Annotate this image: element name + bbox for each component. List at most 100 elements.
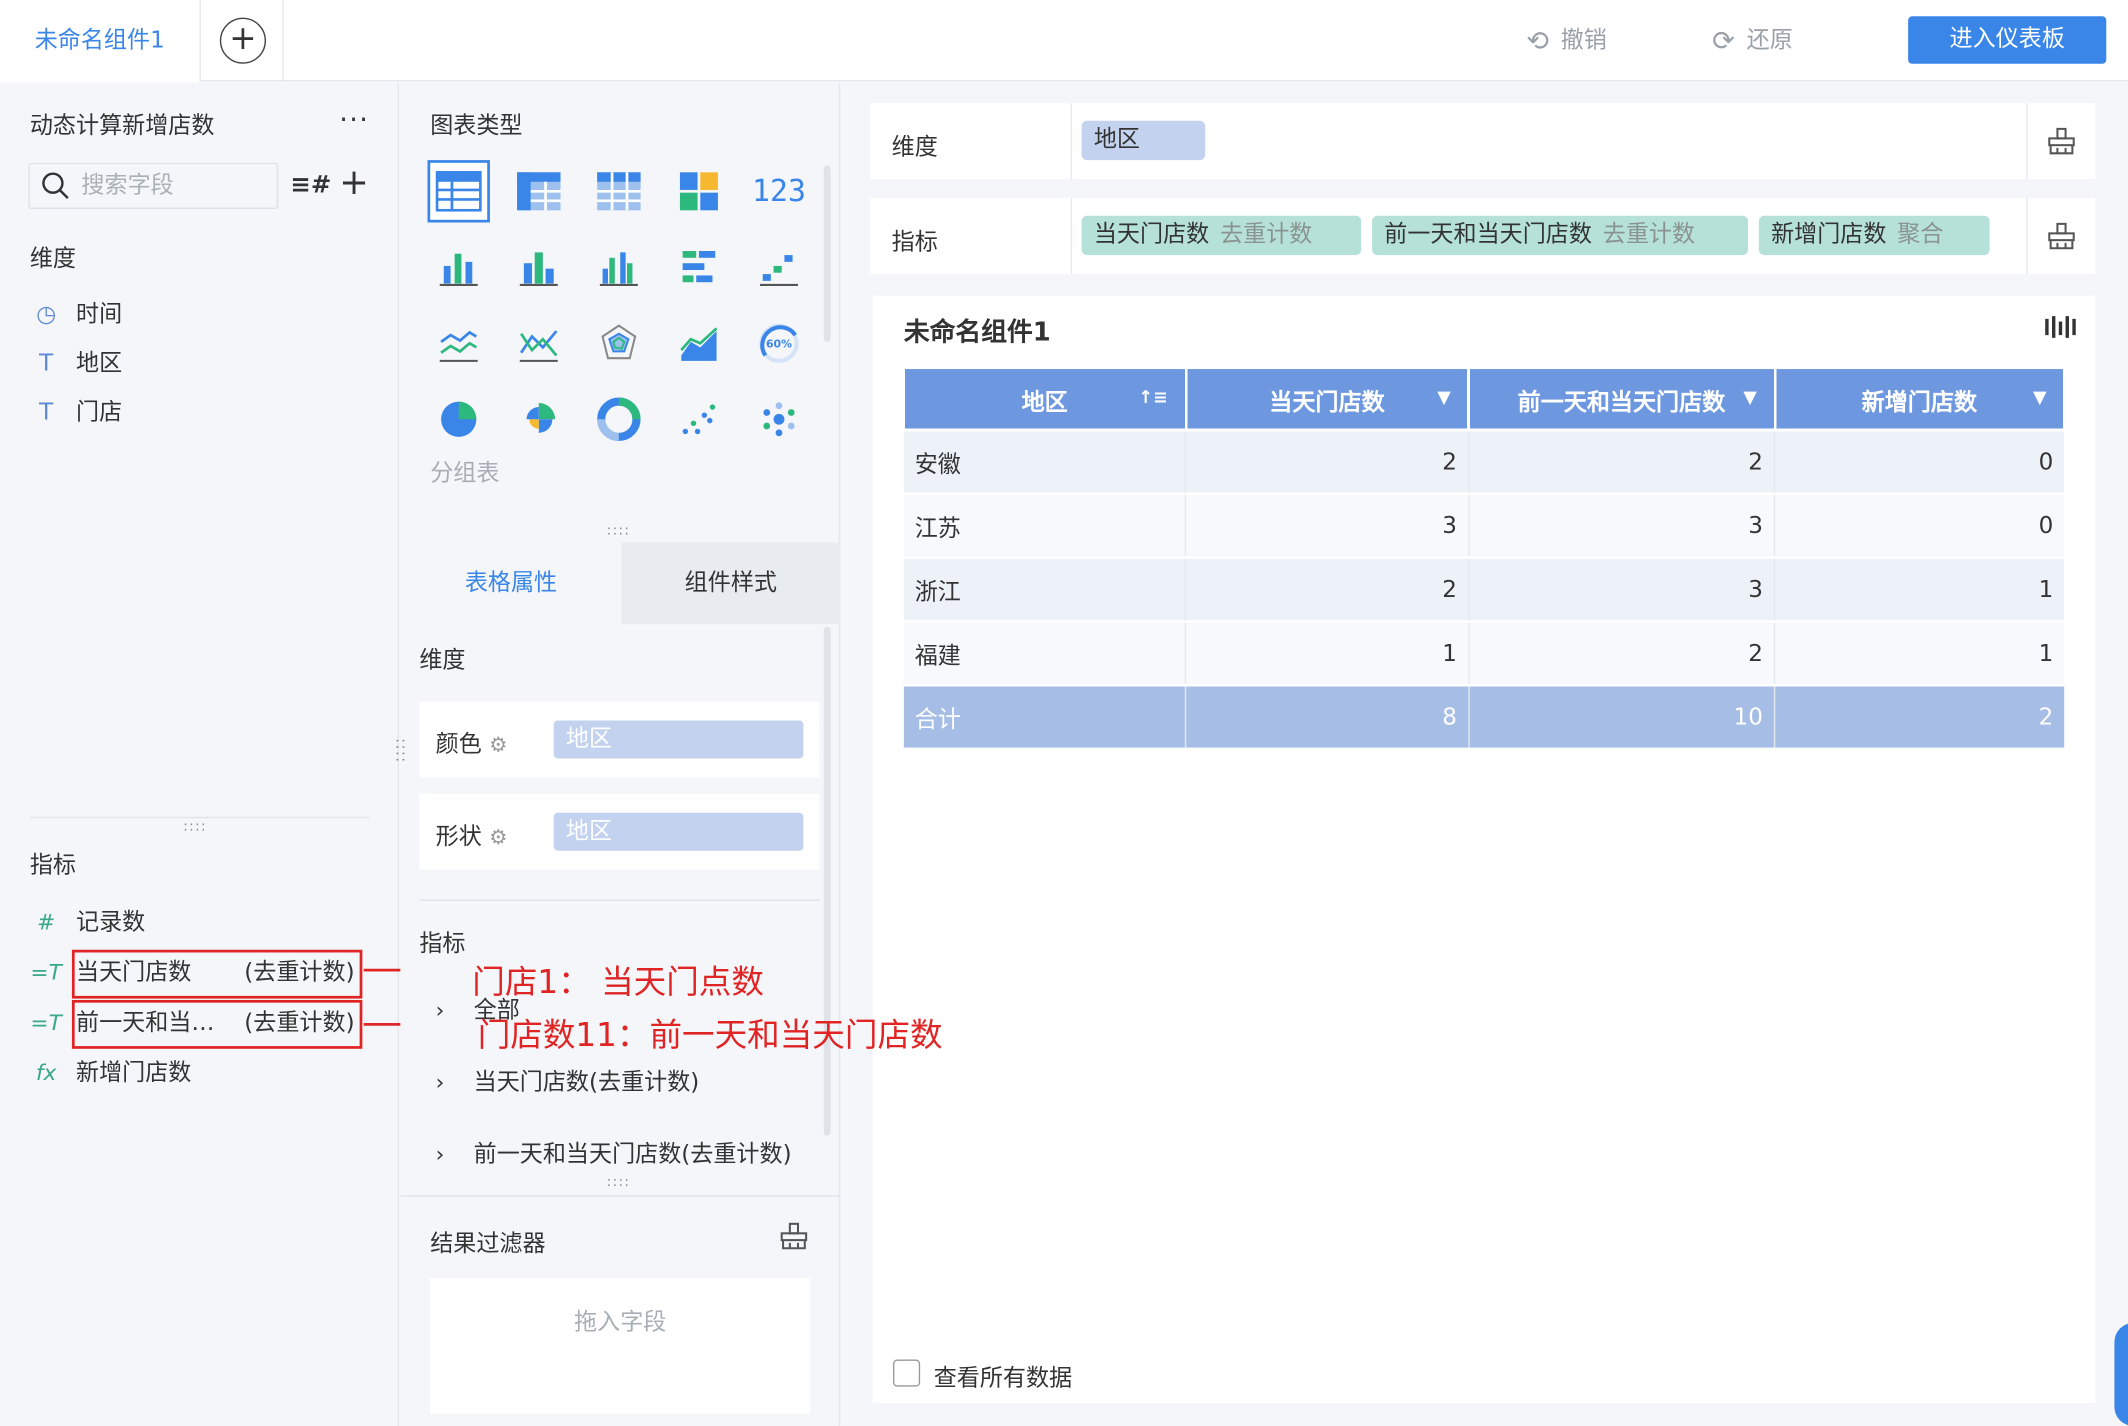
side-panel-toggle[interactable] — [2114, 1322, 2128, 1426]
tab-component-style[interactable]: 组件样式 — [621, 542, 841, 625]
metric-chip-both-days-stores[interactable]: 前一天和当天门店数 去重计数 — [1372, 215, 1748, 256]
formula-icon: fx — [35, 1059, 57, 1086]
dropdown-icon[interactable]: ▼ — [1743, 388, 1757, 408]
column-header-label: 地区 — [1021, 388, 1068, 416]
chart-settings-icon[interactable] — [2044, 315, 2077, 339]
column-header-new-stores[interactable]: 新增门店数 ▼ — [1773, 369, 2066, 432]
annotation-box — [71, 999, 363, 1049]
table-cell: 2 — [1185, 428, 1470, 496]
metric-tree-item-today-stores[interactable]: › 当天门店数(去重计数) — [436, 1062, 700, 1096]
color-property[interactable]: 颜色 ⚙ — [435, 725, 508, 759]
undo-button[interactable]: ⟲ 撤销 — [1523, 22, 1607, 60]
dimension-item-region[interactable]: T 地区 — [30, 346, 369, 381]
scatter-chart-icon[interactable] — [668, 388, 730, 450]
donut-chart-icon[interactable] — [588, 388, 650, 450]
panel-resize-grip[interactable]: :::: — [392, 738, 410, 764]
search-icon — [42, 172, 69, 199]
radar-chart-icon[interactable] — [588, 312, 650, 374]
tab-component-1[interactable]: 未命名组件1 — [0, 0, 201, 83]
column-header-today-stores[interactable]: 当天门店数 ▼ — [1184, 369, 1470, 432]
dimension-item-store[interactable]: T 门店 — [30, 395, 369, 430]
filter-drop-zone[interactable]: 拖入字段 — [430, 1278, 811, 1414]
search-input[interactable] — [81, 168, 272, 204]
table-cell: 2 — [1185, 556, 1470, 623]
resize-handle[interactable]: :::: — [183, 820, 207, 835]
color-property-label: 颜色 — [435, 731, 482, 759]
rose-chart-icon[interactable] — [508, 388, 570, 450]
horizontal-bar-chart-icon[interactable] — [668, 236, 730, 298]
metric-bar-label: 指标 — [891, 229, 938, 257]
color-field-dropzone[interactable]: 地区 — [553, 720, 804, 759]
view-all-data-label[interactable]: 查看所有数据 — [934, 1358, 1072, 1392]
properties-scrollbar[interactable] — [823, 626, 831, 1136]
metric-tree-item-both-days-stores[interactable]: › 前一天和当天门店数(去重计数) — [436, 1134, 792, 1168]
dimension-chip-region[interactable]: 地区 — [1081, 120, 1206, 161]
enter-dashboard-button[interactable]: 进入仪表板 — [1908, 16, 2107, 64]
dropdown-icon[interactable]: ▼ — [2033, 388, 2047, 408]
table-row: 福建 1 2 1 — [903, 620, 2065, 687]
detail-table-chart-icon[interactable] — [588, 160, 650, 222]
pie-chart-icon[interactable] — [427, 388, 489, 450]
text-metric-icon: =T — [30, 1009, 62, 1036]
top-bar — [0, 0, 2128, 82]
table-cell: 江苏 — [903, 492, 1187, 560]
table-cell: 1 — [1774, 556, 2065, 623]
bar-chart-icon[interactable] — [508, 236, 570, 298]
cross-table-chart-icon[interactable] — [508, 160, 570, 222]
divider — [1070, 198, 1073, 275]
resize-handle[interactable]: :::: — [607, 1175, 631, 1190]
clear-broom-icon[interactable] — [2047, 126, 2077, 156]
color-grid-chart-icon[interactable] — [668, 160, 730, 222]
group-table-chart-icon[interactable] — [427, 160, 490, 223]
metric-chip-label: 当天门店数 — [1093, 221, 1210, 249]
stacked-bar-chart-icon[interactable] — [427, 236, 489, 298]
dimension-item-label: 时间 — [75, 301, 123, 329]
metric-item-new-stores[interactable]: fx 新增门店数 — [30, 1056, 369, 1091]
view-all-data-checkbox[interactable] — [892, 1359, 921, 1387]
table-total-row: 合计 8 10 2 — [903, 683, 2065, 751]
gauge-chart-icon[interactable]: 60% — [748, 312, 810, 374]
clear-broom-icon[interactable] — [2047, 221, 2077, 251]
metric-chip-new-stores[interactable]: 新增门店数 聚合 — [1758, 215, 1990, 256]
tab-table-properties[interactable]: 表格属性 — [400, 542, 622, 625]
metric-item-records[interactable]: # 记录数 — [30, 905, 369, 940]
combo-chart-icon[interactable] — [508, 312, 570, 374]
line-chart-icon[interactable] — [427, 312, 489, 374]
chart-type-scrollbar[interactable] — [823, 165, 831, 342]
dimension-item-time[interactable]: ◷ 时间 — [30, 297, 369, 332]
redo-icon: ⟳ — [1712, 24, 1735, 57]
gear-icon[interactable]: ⚙ — [489, 733, 507, 757]
table-cell: 3 — [1468, 556, 1776, 623]
gear-icon[interactable]: ⚙ — [489, 825, 507, 849]
more-icon[interactable]: ··· — [339, 103, 369, 136]
metric-chip-today-stores[interactable]: 当天门店数 去重计数 — [1081, 215, 1362, 256]
resize-handle[interactable]: :::: — [607, 524, 631, 539]
field-type-filter-icon[interactable]: ≡# — [290, 171, 331, 199]
kpi-number-chart-icon[interactable]: 123 — [748, 160, 810, 222]
bubble-chart-icon[interactable] — [748, 388, 810, 450]
add-tab-button[interactable]: + — [219, 17, 266, 64]
shape-field-dropzone[interactable]: 地区 — [553, 812, 804, 851]
area-chart-icon[interactable] — [668, 312, 730, 374]
dimension-bar-label: 维度 — [891, 134, 938, 162]
waterfall-chart-icon[interactable] — [748, 236, 810, 298]
table-cell: 2 — [1468, 620, 1776, 687]
panel-divider — [400, 1195, 841, 1197]
shape-property[interactable]: 形状 ⚙ — [436, 817, 508, 851]
column-header-both-days-stores[interactable]: 前一天和当天门店数 ▼ — [1467, 369, 1776, 432]
tree-item-label: 前一天和当天门店数(去重计数) — [473, 1141, 792, 1169]
table-cell: 2 — [1774, 683, 2065, 751]
metric-chip-agg: 去重计数 — [1220, 221, 1313, 249]
dataset-title: 动态计算新增店数 — [29, 112, 215, 140]
annotation-text: 门店1： 当天门点数 — [472, 963, 764, 1002]
annotation-text: 门店数11：前一天和当天门店数 — [477, 1016, 943, 1055]
add-field-icon[interactable]: + — [339, 163, 369, 204]
grouped-bar-chart-icon[interactable] — [588, 236, 650, 298]
table-row: 安徽 2 2 0 — [903, 428, 2065, 496]
dropdown-icon[interactable]: ▼ — [1437, 388, 1451, 408]
column-header-region[interactable]: 地区 ↑≡ — [902, 369, 1187, 432]
sort-icon[interactable]: ↑≡ — [1138, 388, 1168, 408]
clear-broom-icon[interactable] — [779, 1221, 809, 1251]
redo-button[interactable]: ⟳ 还原 — [1709, 22, 1793, 60]
table-cell: 浙江 — [903, 556, 1187, 623]
